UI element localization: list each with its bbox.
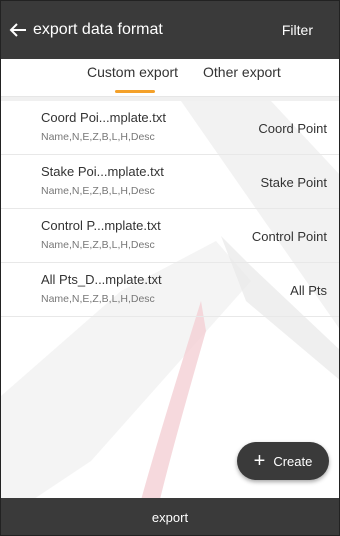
filter-button[interactable]: Filter (282, 22, 313, 38)
point-type: Stake Point (260, 175, 328, 190)
list-item[interactable]: All Pts_D...mplate.txt Name,N,E,Z,B,L,H,… (1, 263, 339, 317)
template-file-name: Stake Poi...mplate.txt (41, 164, 164, 179)
list-item[interactable]: Stake Poi...mplate.txt Name,N,E,Z,B,L,H,… (1, 155, 339, 209)
create-label: Create (273, 453, 313, 469)
template-fields: Name,N,E,Z,B,L,H,Desc (41, 131, 155, 143)
plus-icon: + (253, 450, 266, 472)
point-type: Control Point (251, 229, 327, 244)
point-type: All Pts (290, 283, 327, 298)
tab-custom-export[interactable]: Custom export (87, 64, 178, 80)
export-label: export (151, 510, 189, 525)
tab-other-export[interactable]: Other export (203, 64, 281, 80)
template-file-name: Coord Poi...mplate.txt (41, 110, 166, 125)
top-app-bar: export data format Filter (1, 1, 339, 59)
export-button[interactable]: export (1, 498, 339, 535)
template-file-name: Control P...mplate.txt (41, 218, 161, 233)
point-type: Coord Point (258, 121, 327, 136)
template-fields: Name,N,E,Z,B,L,H,Desc (41, 239, 155, 251)
template-list: Coord Poi...mplate.txt Name,N,E,Z,B,L,H,… (1, 101, 339, 317)
template-file-name: All Pts_D...mplate.txt (41, 272, 162, 287)
page-title: export data format (33, 21, 163, 38)
active-tab-indicator (115, 90, 155, 93)
tab-bar: Custom export Other export (1, 59, 339, 97)
app-frame: export data format Filter Custom export … (0, 0, 340, 536)
back-arrow-icon[interactable] (7, 19, 29, 41)
create-button[interactable]: + Create (237, 442, 329, 480)
template-fields: Name,N,E,Z,B,L,H,Desc (41, 293, 155, 305)
list-item[interactable]: Coord Poi...mplate.txt Name,N,E,Z,B,L,H,… (1, 101, 339, 155)
template-fields: Name,N,E,Z,B,L,H,Desc (41, 185, 155, 197)
list-item[interactable]: Control P...mplate.txt Name,N,E,Z,B,L,H,… (1, 209, 339, 263)
